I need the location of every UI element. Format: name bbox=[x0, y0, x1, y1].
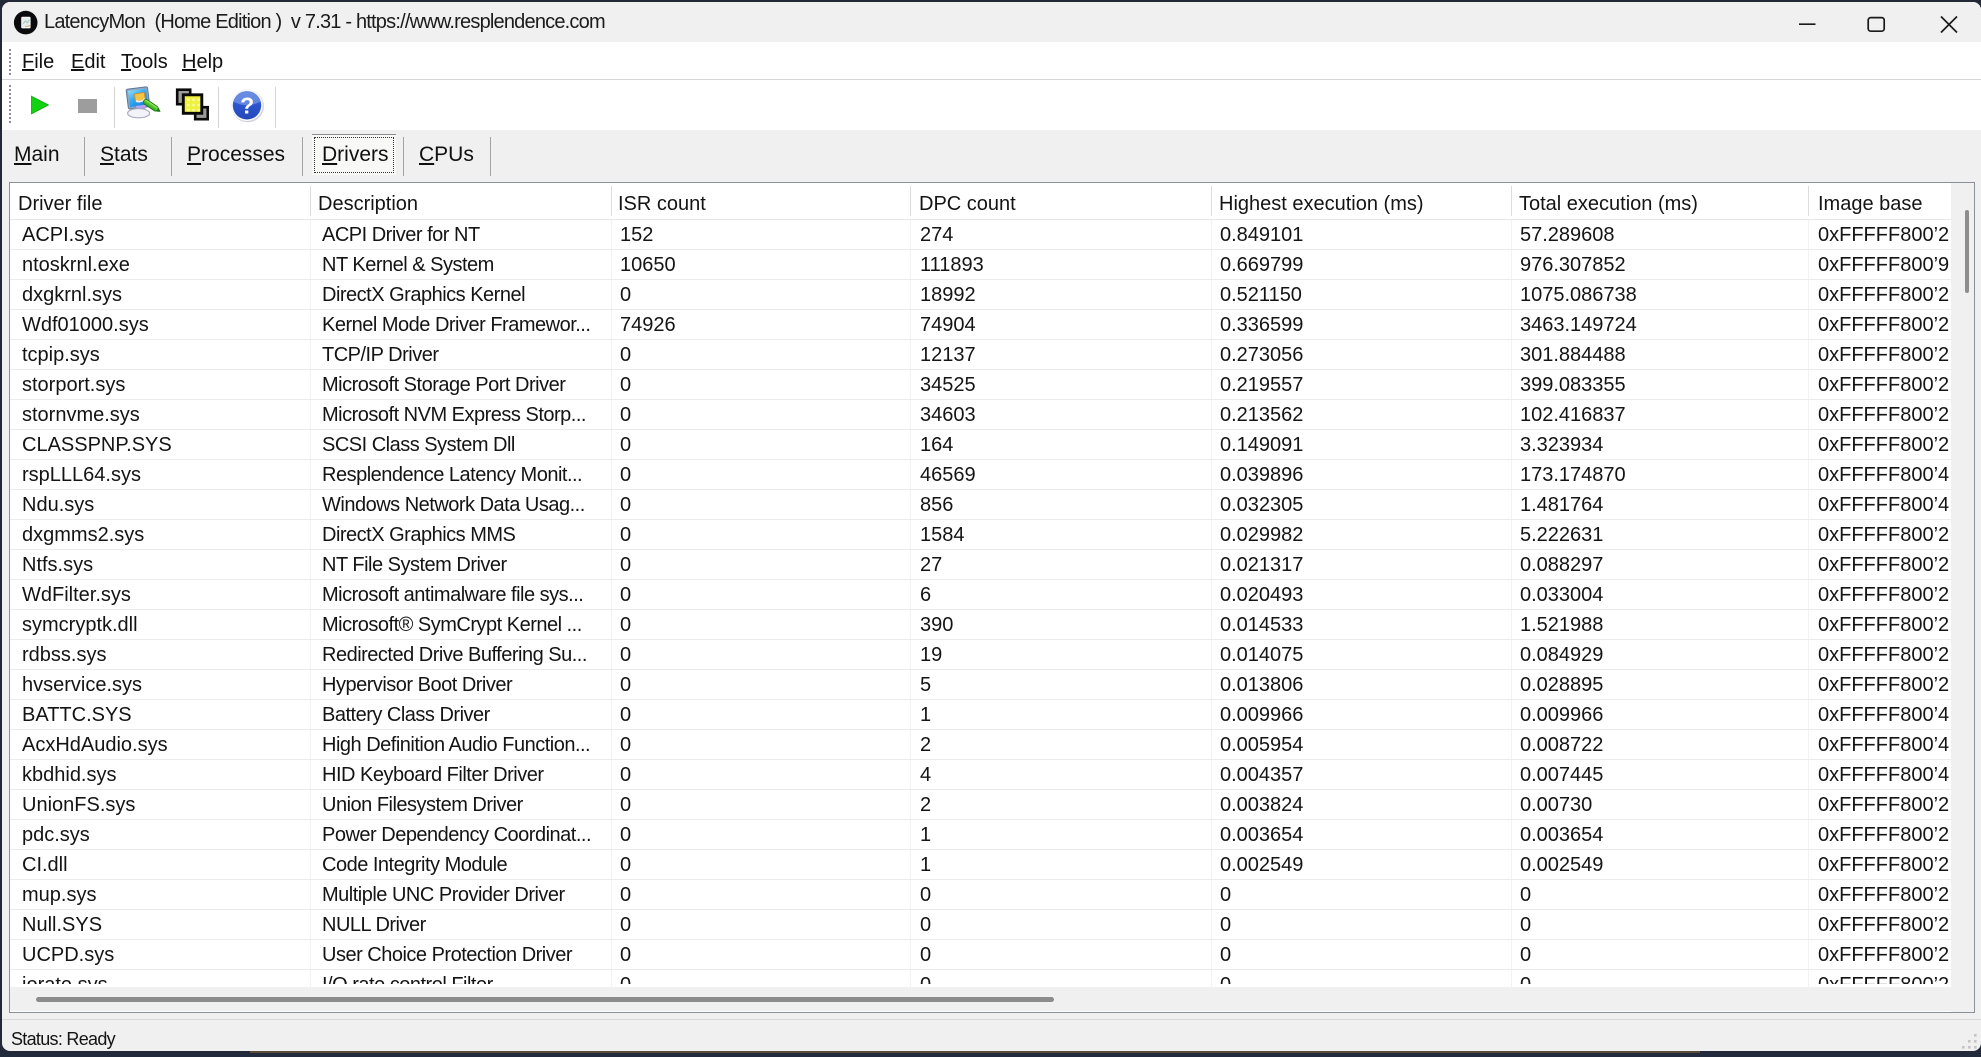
svg-text:?: ? bbox=[240, 93, 254, 119]
